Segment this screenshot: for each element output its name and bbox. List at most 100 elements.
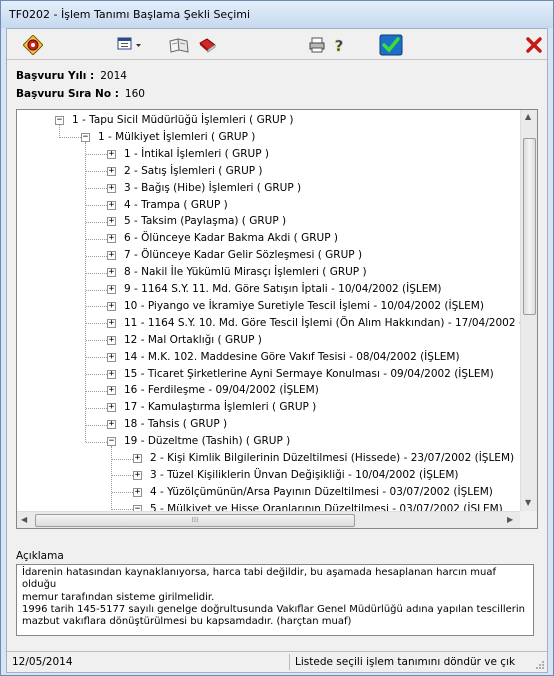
tree-item-label: 1 - İntikal İşlemleri ( GRUP )	[124, 147, 269, 160]
tree-viewport[interactable]: −1 - Tapu Sicil Müdürlüğü İşlemleri ( GR…	[17, 110, 520, 512]
tree-item-label: 3 - Bağış (Hibe) İşlemleri ( GRUP )	[124, 181, 302, 194]
description-label: Açıklama	[16, 550, 64, 562]
year-value: 2014	[100, 70, 127, 82]
description-text: İdarenin hatasından kaynaklanıyorsa, har…	[16, 564, 534, 636]
scroll-right-icon[interactable]: ▶	[507, 515, 513, 524]
expand-icon[interactable]: +	[107, 251, 116, 261]
red-book-icon[interactable]	[195, 34, 219, 56]
application-info: Başvuru Yılı : 2014 Başvuru Sıra No : 160	[7, 61, 547, 105]
tree-item-label: 6 - Ölünceye Kadar Bakma Akdi ( GRUP )	[124, 232, 338, 245]
tree-item-label: 16 - Ferdileşme - 09/04/2002 (İŞLEM)	[124, 384, 319, 397]
expand-icon[interactable]: +	[107, 420, 116, 430]
tree-connector	[86, 390, 107, 392]
description-line: 1996 tarih 145-5177 sayılı genelge doğru…	[22, 603, 526, 615]
collapse-icon[interactable]: −	[107, 437, 116, 447]
tree-connector	[86, 374, 107, 375]
expand-icon[interactable]: +	[107, 166, 116, 176]
title-bar[interactable]: TF0202 - İşlem Tanımı Başlama Şekli Seçi…	[1, 1, 553, 28]
tree-connector	[112, 492, 133, 494]
tree-connector	[86, 357, 107, 359]
scroll-down-icon[interactable]: ▼	[525, 498, 531, 507]
status-separator	[289, 654, 290, 670]
tree-connector	[112, 475, 133, 477]
collapse-icon[interactable]: −	[55, 116, 64, 125]
expand-icon[interactable]: +	[107, 268, 116, 278]
tree-item-label: 17 - Kamulaştırma İşlemleri ( GRUP )	[124, 401, 317, 414]
horizontal-scroll-thumb[interactable]: ⁞⁞⁞	[35, 514, 355, 527]
window-list-icon[interactable]	[115, 34, 145, 56]
svg-text:?: ?	[335, 37, 344, 54]
expand-icon[interactable]: +	[107, 386, 116, 396]
tree-connector	[86, 306, 107, 308]
seq-value: 160	[124, 88, 145, 100]
expand-icon[interactable]: +	[107, 301, 116, 311]
tree-connector	[86, 221, 107, 223]
confirm-check-icon[interactable]	[378, 34, 404, 56]
expand-icon[interactable]: +	[107, 183, 116, 193]
expand-icon[interactable]: +	[107, 403, 116, 413]
year-label: Başvuru Yılı :	[16, 70, 95, 82]
toolbar: ?	[7, 29, 547, 60]
tree-item-label: 18 - Tahsis ( GRUP )	[124, 418, 228, 431]
description-line: İdarenin hatasından kaynaklanıyorsa, har…	[22, 567, 497, 591]
tree-vertical-scrollbar[interactable]: ▲ ▼	[520, 110, 537, 512]
tree-connector	[86, 205, 107, 206]
tree-item-label: 14 - M.K. 102. Maddesine Göre Vakıf Tesi…	[124, 350, 460, 363]
dialog-window: TF0202 - İşlem Tanımı Başlama Şekli Seçi…	[0, 0, 554, 676]
tree-connector	[86, 340, 107, 342]
tree-item-label: 7 - Ölünceye Kadar Gelir Sözleşmesi ( GR…	[124, 249, 363, 262]
resize-grip-icon[interactable]	[535, 660, 545, 670]
help-icon[interactable]: ?	[327, 34, 351, 56]
expand-icon[interactable]: +	[107, 149, 116, 159]
tree-connector	[86, 272, 107, 274]
open-book-icon[interactable]	[167, 34, 191, 56]
tree-item-label: 12 - Mal Ortaklığı ( GRUP )	[124, 333, 262, 346]
close-x-icon[interactable]	[522, 34, 546, 56]
expand-icon[interactable]: +	[133, 454, 142, 463]
tree-item-label: 11 - 1164 S.Y. 10. Md. Göre Tescil İşlem…	[124, 316, 520, 329]
tree-connector	[86, 171, 107, 173]
expand-icon[interactable]: +	[107, 234, 116, 244]
expand-icon[interactable]: +	[133, 487, 142, 497]
tree-item-label: 8 - Nakil İle Yükümlü Mirasçı İşlemleri …	[124, 266, 367, 279]
tree-item-label: 3 - Tüzel Kişiliklerin Ünvan Değişikliği…	[150, 468, 459, 481]
year-row: Başvuru Yılı : 2014	[16, 70, 127, 82]
tree-connector	[86, 154, 107, 156]
expand-icon[interactable]: +	[133, 470, 142, 480]
tree-connector	[60, 137, 81, 139]
scroll-corner	[520, 511, 537, 528]
expand-icon[interactable]: +	[107, 369, 116, 379]
expand-icon[interactable]: +	[107, 335, 116, 345]
tree-connector	[86, 323, 107, 325]
tree-connector	[86, 289, 107, 291]
expand-icon[interactable]: +	[107, 217, 116, 227]
tree-connector	[86, 441, 107, 443]
expand-icon[interactable]: +	[107, 285, 116, 294]
seq-row: Başvuru Sıra No : 160	[16, 88, 145, 100]
tree-connector	[86, 188, 107, 190]
tree-item-label: 5 - Taksim (Paylaşma) ( GRUP )	[124, 215, 287, 228]
tree-connector	[86, 238, 107, 240]
expand-icon[interactable]: +	[107, 318, 116, 328]
window-title: TF0202 - İşlem Tanımı Başlama Şekli Seçi…	[9, 8, 251, 21]
vertical-scroll-thumb[interactable]	[523, 138, 536, 315]
tree-guide-line	[111, 446, 112, 510]
tree-guide-line	[85, 141, 86, 443]
tree-item-label: 15 - Ticaret Şirketlerine Ayni Sermaye K…	[124, 367, 494, 380]
expand-icon[interactable]: +	[107, 200, 116, 210]
transaction-tree[interactable]: −1 - Tapu Sicil Müdürlüğü İşlemleri ( GR…	[16, 109, 538, 529]
printer-icon[interactable]	[305, 34, 329, 56]
dialog-client: ? Başvuru Yılı :2014 Başvuru Sıra No :16…	[6, 28, 548, 673]
status-message: Listede seçili işlem tanımını döndür ve …	[295, 656, 516, 668]
tree-guide-line	[59, 125, 60, 138]
collapse-icon[interactable]: −	[81, 132, 90, 142]
description-line: memur tarafından sisteme girilmelidir.	[22, 591, 215, 603]
tree-horizontal-scrollbar[interactable]: ◀ ⁞⁞⁞ ▶	[17, 511, 520, 528]
scroll-up-icon[interactable]: ▲	[525, 112, 531, 121]
scroll-left-icon[interactable]: ◀	[21, 515, 27, 524]
tree-item-label: 2 - Kişi Kimlik Bilgilerinin Düzeltilmes…	[150, 452, 515, 464]
tree-item-label: 10 - Piyango ve İkramiye Suretiyle Tesci…	[124, 299, 484, 312]
expand-icon[interactable]: +	[107, 352, 116, 362]
target-icon[interactable]	[21, 34, 45, 56]
tree-item-label: 9 - 1164 S.Y. 11. Md. Göre Satışın İptal…	[124, 283, 442, 295]
